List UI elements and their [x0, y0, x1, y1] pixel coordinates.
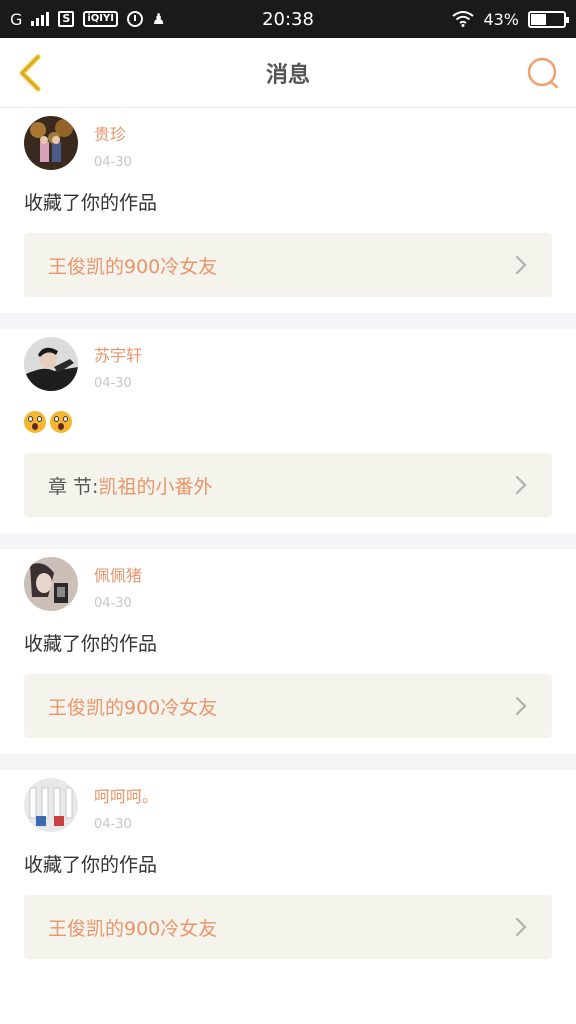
- message-date: 04-30: [94, 596, 132, 611]
- message-text: [24, 409, 552, 435]
- message-meta: 贵珍 04-30: [94, 116, 132, 170]
- app-notification-icon: S: [58, 11, 75, 27]
- message-meta: 佩佩猪 04-30: [94, 557, 142, 611]
- message-date: 04-30: [94, 155, 132, 170]
- message-item: 呵呵呵。 04-30 收藏了你的作品 王俊凯的900冷女友: [0, 770, 576, 975]
- avatar-image: [24, 778, 78, 832]
- username[interactable]: 苏宇轩: [94, 342, 142, 366]
- message-meta: 呵呵呵。 04-30: [94, 778, 158, 832]
- work-title-text: 王俊凯的900冷女友: [48, 255, 218, 278]
- divider: [0, 533, 576, 549]
- username[interactable]: 佩佩猪: [94, 562, 142, 586]
- avatar-image: [24, 337, 78, 391]
- network-type: G: [10, 9, 23, 29]
- username[interactable]: 贵珍: [94, 121, 132, 145]
- clock: 20:38: [262, 8, 314, 30]
- signal-icon: [31, 12, 50, 26]
- work-title-text: 王俊凯的900冷女友: [48, 696, 218, 719]
- message-date: 04-30: [94, 376, 132, 391]
- iqiyi-icon: iQIYI: [83, 11, 118, 27]
- message-meta: 苏宇轩 04-30: [94, 337, 142, 391]
- work-link[interactable]: 章 节:凯祖的小番外: [24, 453, 552, 517]
- status-left: G S iQIYI ♟: [10, 10, 165, 29]
- avatar[interactable]: [24, 116, 78, 170]
- chevron-right-icon: [515, 696, 527, 716]
- back-button[interactable]: [16, 48, 56, 98]
- work-title: 章 节:凯祖的小番外: [48, 472, 212, 499]
- avatar[interactable]: [24, 337, 78, 391]
- message-header: 贵珍 04-30: [24, 116, 552, 170]
- username[interactable]: 呵呵呵。: [94, 783, 158, 807]
- work-title-text: 王俊凯的900冷女友: [48, 917, 218, 940]
- search-icon: [527, 57, 559, 88]
- message-text: 收藏了你的作品: [24, 854, 158, 876]
- status-right: 43%: [452, 9, 569, 29]
- avatar[interactable]: [24, 557, 78, 611]
- message-list: 贵珍 04-30 收藏了你的作品 王俊凯的900冷女友 苏宇轩 04-30 章 …: [0, 108, 576, 975]
- message-date: 04-30: [94, 817, 132, 832]
- divider: [0, 313, 576, 329]
- avatar-image: [24, 557, 78, 611]
- wifi-icon: [452, 11, 475, 27]
- qq-icon: ♟: [151, 10, 166, 28]
- header: 消息: [0, 38, 576, 108]
- screaming-face-emoji: [24, 411, 46, 433]
- work-title: 王俊凯的900冷女友: [48, 914, 217, 941]
- message-item: 苏宇轩 04-30 章 节:凯祖的小番外: [0, 329, 576, 533]
- search-button[interactable]: [520, 48, 560, 98]
- avatar-image: [24, 116, 78, 170]
- chevron-right-icon: [515, 255, 527, 275]
- chevron-right-icon: [515, 475, 527, 495]
- divider: [0, 754, 576, 770]
- alarm-icon: [126, 11, 143, 27]
- back-arrow-icon: [19, 54, 41, 91]
- work-title: 王俊凯的900冷女友: [48, 693, 217, 720]
- status-bar: G S iQIYI ♟ 20:38 43%: [0, 0, 576, 38]
- chevron-right-icon: [515, 917, 527, 937]
- work-title: 王俊凯的900冷女友: [48, 252, 217, 279]
- avatar[interactable]: [24, 778, 78, 832]
- battery-fill: [531, 13, 546, 25]
- message-item: 贵珍 04-30 收藏了你的作品 王俊凯的900冷女友: [0, 108, 576, 313]
- message-header: 佩佩猪 04-30: [24, 557, 552, 611]
- message-header: 苏宇轩 04-30: [24, 337, 552, 391]
- message-header: 呵呵呵。 04-30: [24, 778, 552, 832]
- message-item: 佩佩猪 04-30 收藏了你的作品 王俊凯的900冷女友: [0, 549, 576, 754]
- battery-icon: [528, 10, 569, 28]
- work-link[interactable]: 王俊凯的900冷女友: [24, 895, 552, 959]
- message-text: 收藏了你的作品: [24, 192, 158, 214]
- page-title: 消息: [265, 62, 310, 88]
- work-title-text: 凯祖的小番外: [98, 475, 213, 498]
- battery-percent: 43%: [483, 9, 519, 29]
- work-link[interactable]: 王俊凯的900冷女友: [24, 674, 552, 738]
- work-prefix: 章 节:: [48, 475, 99, 498]
- screaming-face-emoji: [50, 411, 72, 433]
- work-link[interactable]: 王俊凯的900冷女友: [24, 233, 552, 297]
- message-text: 收藏了你的作品: [24, 633, 158, 655]
